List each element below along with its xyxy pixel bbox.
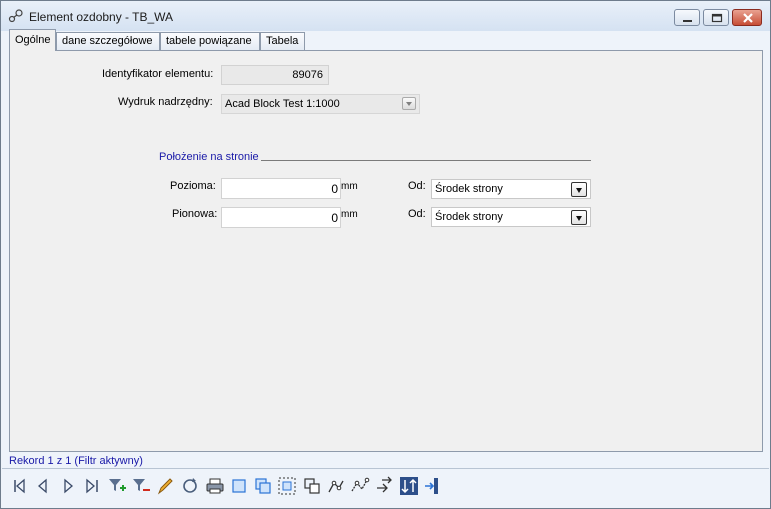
tab-table[interactable]: Tabela [260, 32, 305, 50]
title-bar[interactable]: Element ozdobny - TB_WA [1, 1, 770, 31]
horizontal-from-label: Od: [408, 180, 426, 192]
edit-pencil-icon [157, 478, 173, 495]
horizontal-unit: mm [341, 181, 358, 192]
vertical-label: Pionowa: [172, 208, 218, 220]
select-one-button[interactable] [228, 475, 250, 497]
application-window: Element ozdobny - TB_WA Ogólne dane szcz… [0, 0, 771, 509]
select-many-icon [255, 478, 271, 494]
vertical-input[interactable]: 0 [221, 207, 341, 228]
select-frame-icon [278, 477, 296, 495]
parent-print-label: Wydruk nadrzędny: [118, 96, 213, 108]
exit-icon [425, 478, 438, 494]
tab-general[interactable]: Ogólne [9, 29, 56, 51]
horizontal-from-value: Środek strony [435, 183, 503, 195]
chevron-down-icon[interactable] [571, 210, 587, 225]
print-icon [206, 478, 224, 494]
status-divider [2, 468, 769, 469]
print-button[interactable] [204, 475, 226, 497]
maximize-icon [711, 13, 723, 23]
minimize-button[interactable] [674, 9, 700, 26]
horizontal-label: Pozioma: [170, 180, 216, 192]
vertical-from-value: Środek strony [435, 211, 503, 223]
select-frame-button[interactable] [276, 475, 298, 497]
minimize-icon [683, 20, 692, 22]
attribute-transfer-button[interactable] [398, 475, 420, 497]
filter-remove-icon [133, 479, 150, 491]
transform-button[interactable] [349, 475, 371, 497]
vertical-from-dropdown[interactable]: Środek strony [431, 207, 591, 227]
remove-filter-button[interactable] [130, 475, 152, 497]
vertical-unit: mm [341, 209, 358, 220]
tab-related-tables[interactable]: tabele powiązane [160, 32, 260, 50]
position-section-title: Położenie na stronie [159, 151, 259, 163]
filter-add-icon [109, 479, 126, 491]
close-button[interactable] [732, 9, 762, 26]
parent-print-combobox[interactable]: Acad Block Test 1:1000 [221, 94, 420, 114]
refresh-button[interactable] [179, 475, 201, 497]
chevron-down-icon[interactable] [571, 182, 587, 197]
last-record-icon [86, 478, 98, 494]
first-record-button[interactable] [9, 475, 31, 497]
horizontal-input[interactable]: 0 [221, 178, 341, 199]
add-filter-button[interactable] [106, 475, 128, 497]
record-status: Rekord 1 z 1 (Filtr aktywny) [9, 455, 143, 467]
move-to-icon [328, 480, 344, 493]
select-one-icon [232, 479, 246, 493]
parent-print-value: Acad Block Test 1:1000 [225, 98, 340, 110]
identifier-field: 89076 [221, 65, 329, 85]
last-record-button[interactable] [81, 475, 103, 497]
chevron-down-icon[interactable] [402, 97, 416, 110]
next-record-button[interactable] [57, 475, 79, 497]
zoom-to-icon [304, 478, 320, 494]
edit-button[interactable] [154, 475, 176, 497]
link-nodes-icon [8, 9, 23, 23]
general-tab-panel: Identyfikator elementu: 89076 Wydruk nad… [9, 50, 763, 452]
exit-button[interactable] [422, 475, 444, 497]
first-record-icon [14, 478, 25, 494]
zoom-to-button[interactable] [301, 475, 323, 497]
next-record-icon [64, 478, 73, 494]
section-divider [261, 160, 591, 161]
select-many-button[interactable] [252, 475, 274, 497]
close-icon [743, 13, 753, 23]
previous-record-icon [38, 478, 47, 494]
shift-icon [377, 476, 392, 493]
vertical-from-label: Od: [408, 208, 426, 220]
window-title: Element ozdobny - TB_WA [29, 10, 174, 24]
shift-button[interactable] [373, 475, 395, 497]
maximize-button[interactable] [703, 9, 729, 26]
attribute-transfer-icon [400, 477, 418, 495]
move-to-button[interactable] [325, 475, 347, 497]
transform-icon [351, 477, 370, 492]
refresh-icon [183, 478, 197, 493]
horizontal-from-dropdown[interactable]: Środek strony [431, 179, 591, 199]
identifier-label: Identyfikator elementu: [102, 68, 214, 80]
tab-details[interactable]: dane szczegółowe [56, 32, 160, 50]
previous-record-button[interactable] [32, 475, 54, 497]
